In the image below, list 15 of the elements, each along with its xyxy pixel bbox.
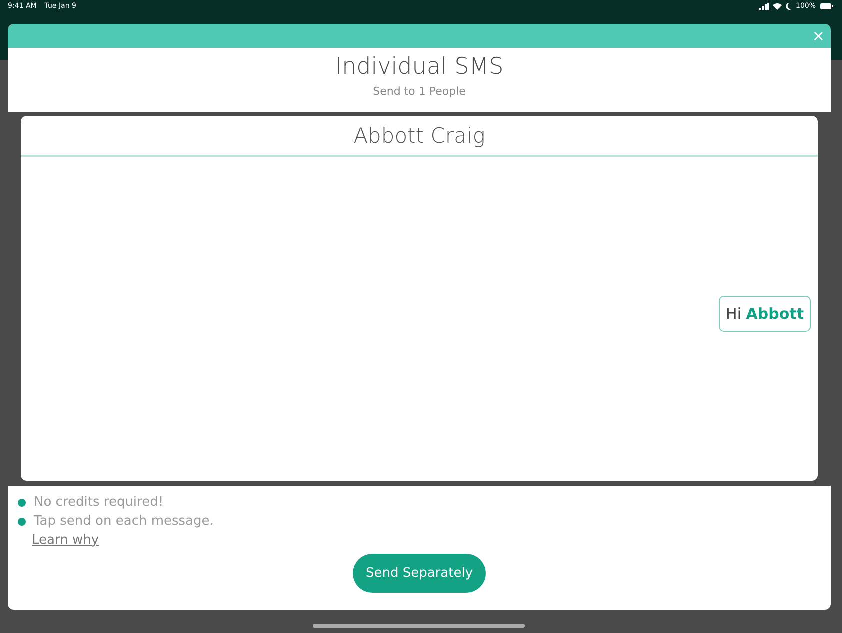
signal-icon [758, 3, 769, 10]
learn-why-link[interactable]: Learn why [32, 532, 100, 548]
bullet-dot [18, 518, 26, 526]
moon-icon [786, 3, 792, 10]
close-button[interactable]: × [806, 28, 831, 44]
message-bubble: Hi Abbott [719, 296, 811, 332]
note-text: No credits required! [34, 494, 164, 512]
note-text: Tap send on each message. [34, 512, 214, 531]
send-separately-button[interactable]: Send Separately [352, 554, 486, 594]
recipient-name: Abbott Craig [21, 116, 818, 156]
wifi-icon [772, 3, 782, 10]
modal-subtitle: Send to 1 People [372, 84, 467, 100]
bullet-dot [18, 499, 26, 508]
modal-title: Individual SMS [334, 54, 505, 82]
battery-icon [820, 3, 834, 10]
